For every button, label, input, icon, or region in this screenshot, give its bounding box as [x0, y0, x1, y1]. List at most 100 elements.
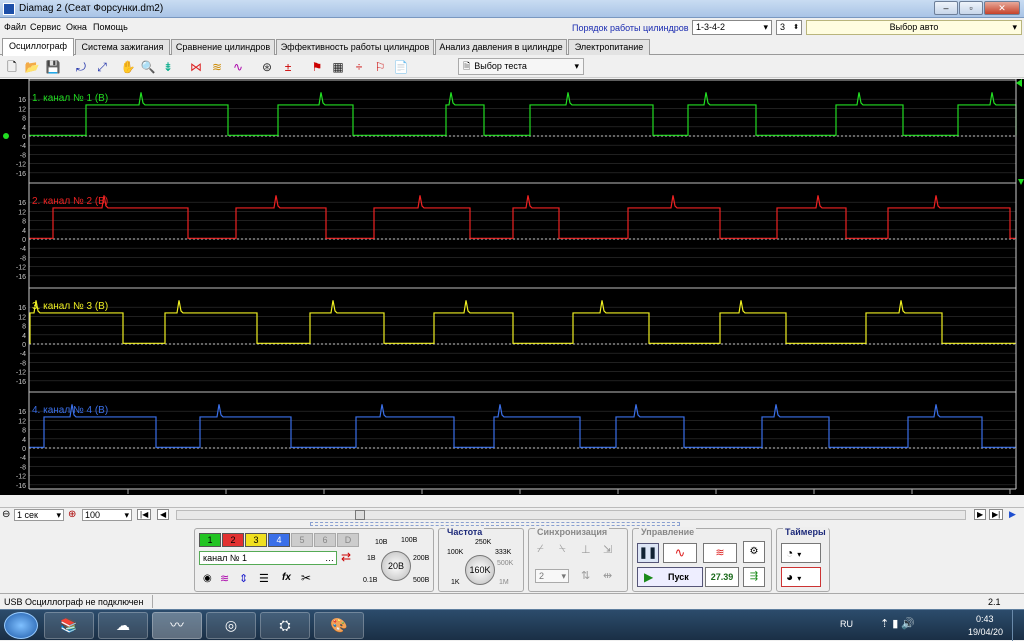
tab-power[interactable]: Электропитание	[568, 39, 650, 55]
filter-icon[interactable]: ⚑	[309, 59, 325, 75]
markers-icon[interactable]: ⇟	[160, 59, 176, 75]
cursor-icon[interactable]: ⤾	[73, 59, 89, 75]
y-tick-label: 8	[22, 116, 26, 123]
tab-bar: Осциллограф Система зажигания Сравнение …	[0, 38, 1024, 56]
auto-run-icon[interactable]: ⇶	[743, 567, 765, 587]
zero-icon[interactable]: ±	[280, 59, 296, 75]
start-menu-icon[interactable]	[4, 612, 38, 639]
close-button[interactable]: ✕	[984, 1, 1020, 15]
lines-icon[interactable]: ☰	[259, 572, 269, 585]
winrar-icon[interactable]: 📚	[44, 612, 94, 639]
menu-windows[interactable]: Окна	[66, 22, 87, 32]
volt-knob[interactable]: 20В	[381, 551, 411, 581]
go-start-icon[interactable]: |◀	[137, 509, 152, 520]
start-button[interactable]: ▶ Пуск	[637, 567, 703, 587]
y-tick-label: 0	[22, 237, 26, 244]
more-icon[interactable]: …	[325, 552, 334, 564]
timer-1-button[interactable]: ◔ ▾	[781, 543, 821, 563]
language-indicator[interactable]: RU	[840, 619, 853, 629]
y-tick-label: 12	[18, 418, 26, 425]
paint-icon[interactable]: 🎨	[314, 612, 364, 639]
zoom-out-icon[interactable]: ⊖	[2, 509, 10, 520]
flag-icon[interactable]: ⚐	[372, 59, 388, 75]
invert-icon[interactable]: ≋	[220, 572, 229, 585]
sync-arrows-icon[interactable]: ⇹	[603, 569, 612, 582]
restore-button[interactable]: ▫	[959, 1, 983, 15]
eye-icon[interactable]: ◉	[203, 573, 212, 584]
tray-icons[interactable]: ⇡ ▮ 🔊	[880, 617, 915, 630]
test-select[interactable]: 🗎 Выбор теста ▾	[458, 58, 584, 75]
hand-pan-icon[interactable]: ✋	[120, 59, 136, 75]
time-scrollbar[interactable]	[176, 510, 966, 520]
sync-level-icon[interactable]: ⊥	[581, 543, 591, 556]
channel-6-button[interactable]: 6	[314, 533, 336, 547]
save-icon[interactable]: 💾	[45, 59, 61, 75]
open-folder-icon[interactable]: 📂	[24, 59, 40, 75]
grid-icon[interactable]: ▦	[330, 59, 346, 75]
frequency-knob[interactable]: 160K	[465, 555, 495, 585]
auto-icon[interactable]: ⊛	[259, 59, 275, 75]
auto-settings-icon[interactable]: ⚙	[743, 541, 765, 563]
tab-oscilloscope[interactable]: Осциллограф	[2, 38, 74, 56]
new-file-icon[interactable]: 🗋	[4, 59, 20, 75]
oscilloscope-view[interactable]: 16 12 8 4 0 -4 -8 -12 -16 1. канал № 1 (В) 16 12 8 4 0…	[0, 79, 1024, 495]
zoom-select[interactable]: 100 ▾	[82, 509, 132, 521]
chevron-down-icon: ▾	[124, 510, 129, 520]
play-icon[interactable]: ▶	[1009, 509, 1016, 520]
media-app-icon[interactable]: ⛭	[260, 612, 310, 639]
channel-2-button[interactable]: 2	[222, 533, 244, 547]
y-tick-label: 8	[22, 324, 26, 331]
time-scale-select[interactable]: 1 сек ▾	[14, 509, 64, 521]
sine-wave-icon[interactable]: ∿	[663, 543, 697, 563]
cursors-icon[interactable]: ⋈	[188, 59, 204, 75]
function-icon[interactable]: fx	[282, 572, 291, 583]
sync-channel-select[interactable]: 2 ▾	[535, 569, 569, 583]
panel-collapse-handle[interactable]	[310, 522, 680, 526]
tab-ignition[interactable]: Система зажигания	[75, 39, 170, 55]
channel-3-button[interactable]: 3	[245, 533, 267, 547]
spectrum-icon[interactable]: ∿	[230, 59, 246, 75]
menu-help[interactable]: Помощь	[93, 22, 128, 32]
channel-4-button[interactable]: 4	[268, 533, 290, 547]
menu-file[interactable]: Файл	[4, 22, 26, 32]
channel-1-button[interactable]: 1	[199, 533, 221, 547]
version-text: 2.1	[988, 597, 1001, 607]
sync-fall-icon[interactable]: ⍀	[559, 543, 566, 556]
network-app-icon[interactable]: ☁	[98, 612, 148, 639]
step-forward-icon[interactable]: ▶	[974, 509, 987, 520]
tab-cylinder-efficiency[interactable]: Эффективность работы цилиндров	[276, 39, 434, 55]
pause-button[interactable]: ❚❚	[637, 543, 659, 563]
document-icon[interactable]: 📄	[393, 59, 409, 75]
step-back-icon[interactable]: ◀	[157, 509, 170, 520]
auto-select[interactable]: Выбор авто ▾	[806, 20, 1022, 35]
channel-settings-icon[interactable]: ⇄	[341, 550, 351, 564]
waveform-icon[interactable]: ≋	[209, 59, 225, 75]
channel-d-button[interactable]: D	[337, 533, 359, 547]
channel-name-input[interactable]: канал № 1…	[199, 551, 337, 565]
offset-icon[interactable]: ⇕	[239, 572, 248, 585]
show-desktop-button[interactable]	[1012, 610, 1024, 641]
sync-rise-icon[interactable]: ⌿	[537, 543, 544, 556]
timer-2-button[interactable]: ◕ ▾	[781, 567, 821, 587]
minimize-button[interactable]: –	[934, 1, 958, 15]
scroll-thumb[interactable]	[355, 510, 365, 520]
cylinder-count-spinner[interactable]: 3 ⬍	[776, 20, 802, 35]
go-end-icon[interactable]: ▶|	[989, 509, 1004, 520]
measure-icon[interactable]: ⤢	[94, 59, 110, 75]
diamag-app-icon[interactable]: 〰	[152, 612, 202, 639]
channel-group: 1 2 3 4 5 6 D канал № 1… ⇄ ◉ ≋ ⇕ ☰ fx ✂ …	[194, 528, 434, 592]
chrome-icon[interactable]: ◎	[206, 612, 256, 639]
sync-mode-icon[interactable]: ⇅	[581, 569, 590, 582]
sync-channel-icon[interactable]: ⇲	[603, 543, 612, 556]
channel-5-button[interactable]: 5	[291, 533, 313, 547]
tab-cylinder-compare[interactable]: Сравнение цилиндров	[171, 39, 275, 55]
tab-pressure-analysis[interactable]: Анализ давления в цилиндре	[435, 39, 567, 55]
zoom-icon[interactable]: 🔍	[140, 59, 156, 75]
divide-icon[interactable]: ÷	[351, 59, 367, 75]
window-title: Diamag 2 (Сеат Форсунки.dm2)	[19, 3, 164, 14]
noise-wave-icon[interactable]: ≋	[703, 543, 737, 563]
tools-icon[interactable]: ✂	[301, 571, 311, 585]
cylinder-order-select[interactable]: 1-3-4-2 ▾	[692, 20, 772, 35]
zoom-in-icon[interactable]: ⊕	[68, 509, 76, 520]
menu-service[interactable]: Сервис	[30, 22, 61, 32]
